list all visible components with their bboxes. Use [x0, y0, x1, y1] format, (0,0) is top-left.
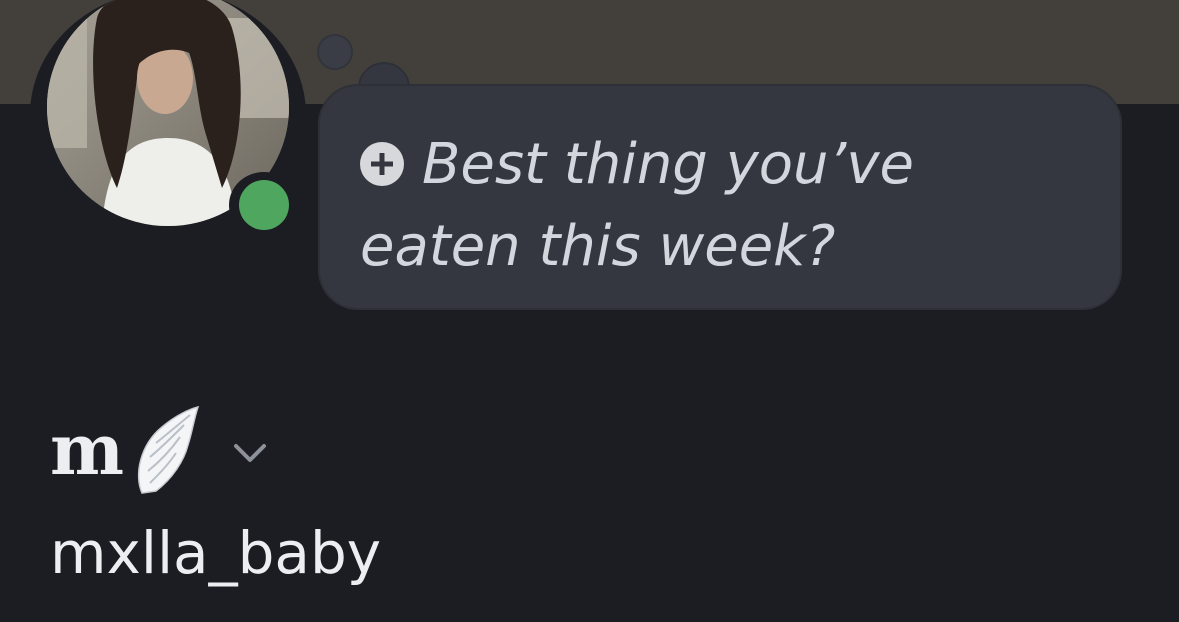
chevron-down-icon[interactable] — [232, 442, 268, 464]
wing-icon — [138, 405, 200, 494]
add-icon[interactable] — [360, 141, 404, 186]
username: mxlla_baby — [50, 519, 382, 587]
custom-status-bubble[interactable]: Best thing you’ve eaten this week? — [318, 84, 1122, 310]
display-name: m — [50, 408, 125, 491]
online-status-indicator — [239, 180, 289, 230]
status-prompt-text: Best thing you’ve eaten this week? — [360, 132, 914, 279]
status-prompt: Best thing you’ve eaten this week? — [360, 124, 1090, 288]
display-name-row[interactable]: m — [50, 400, 268, 500]
thought-bubble-dot-small — [317, 34, 353, 70]
